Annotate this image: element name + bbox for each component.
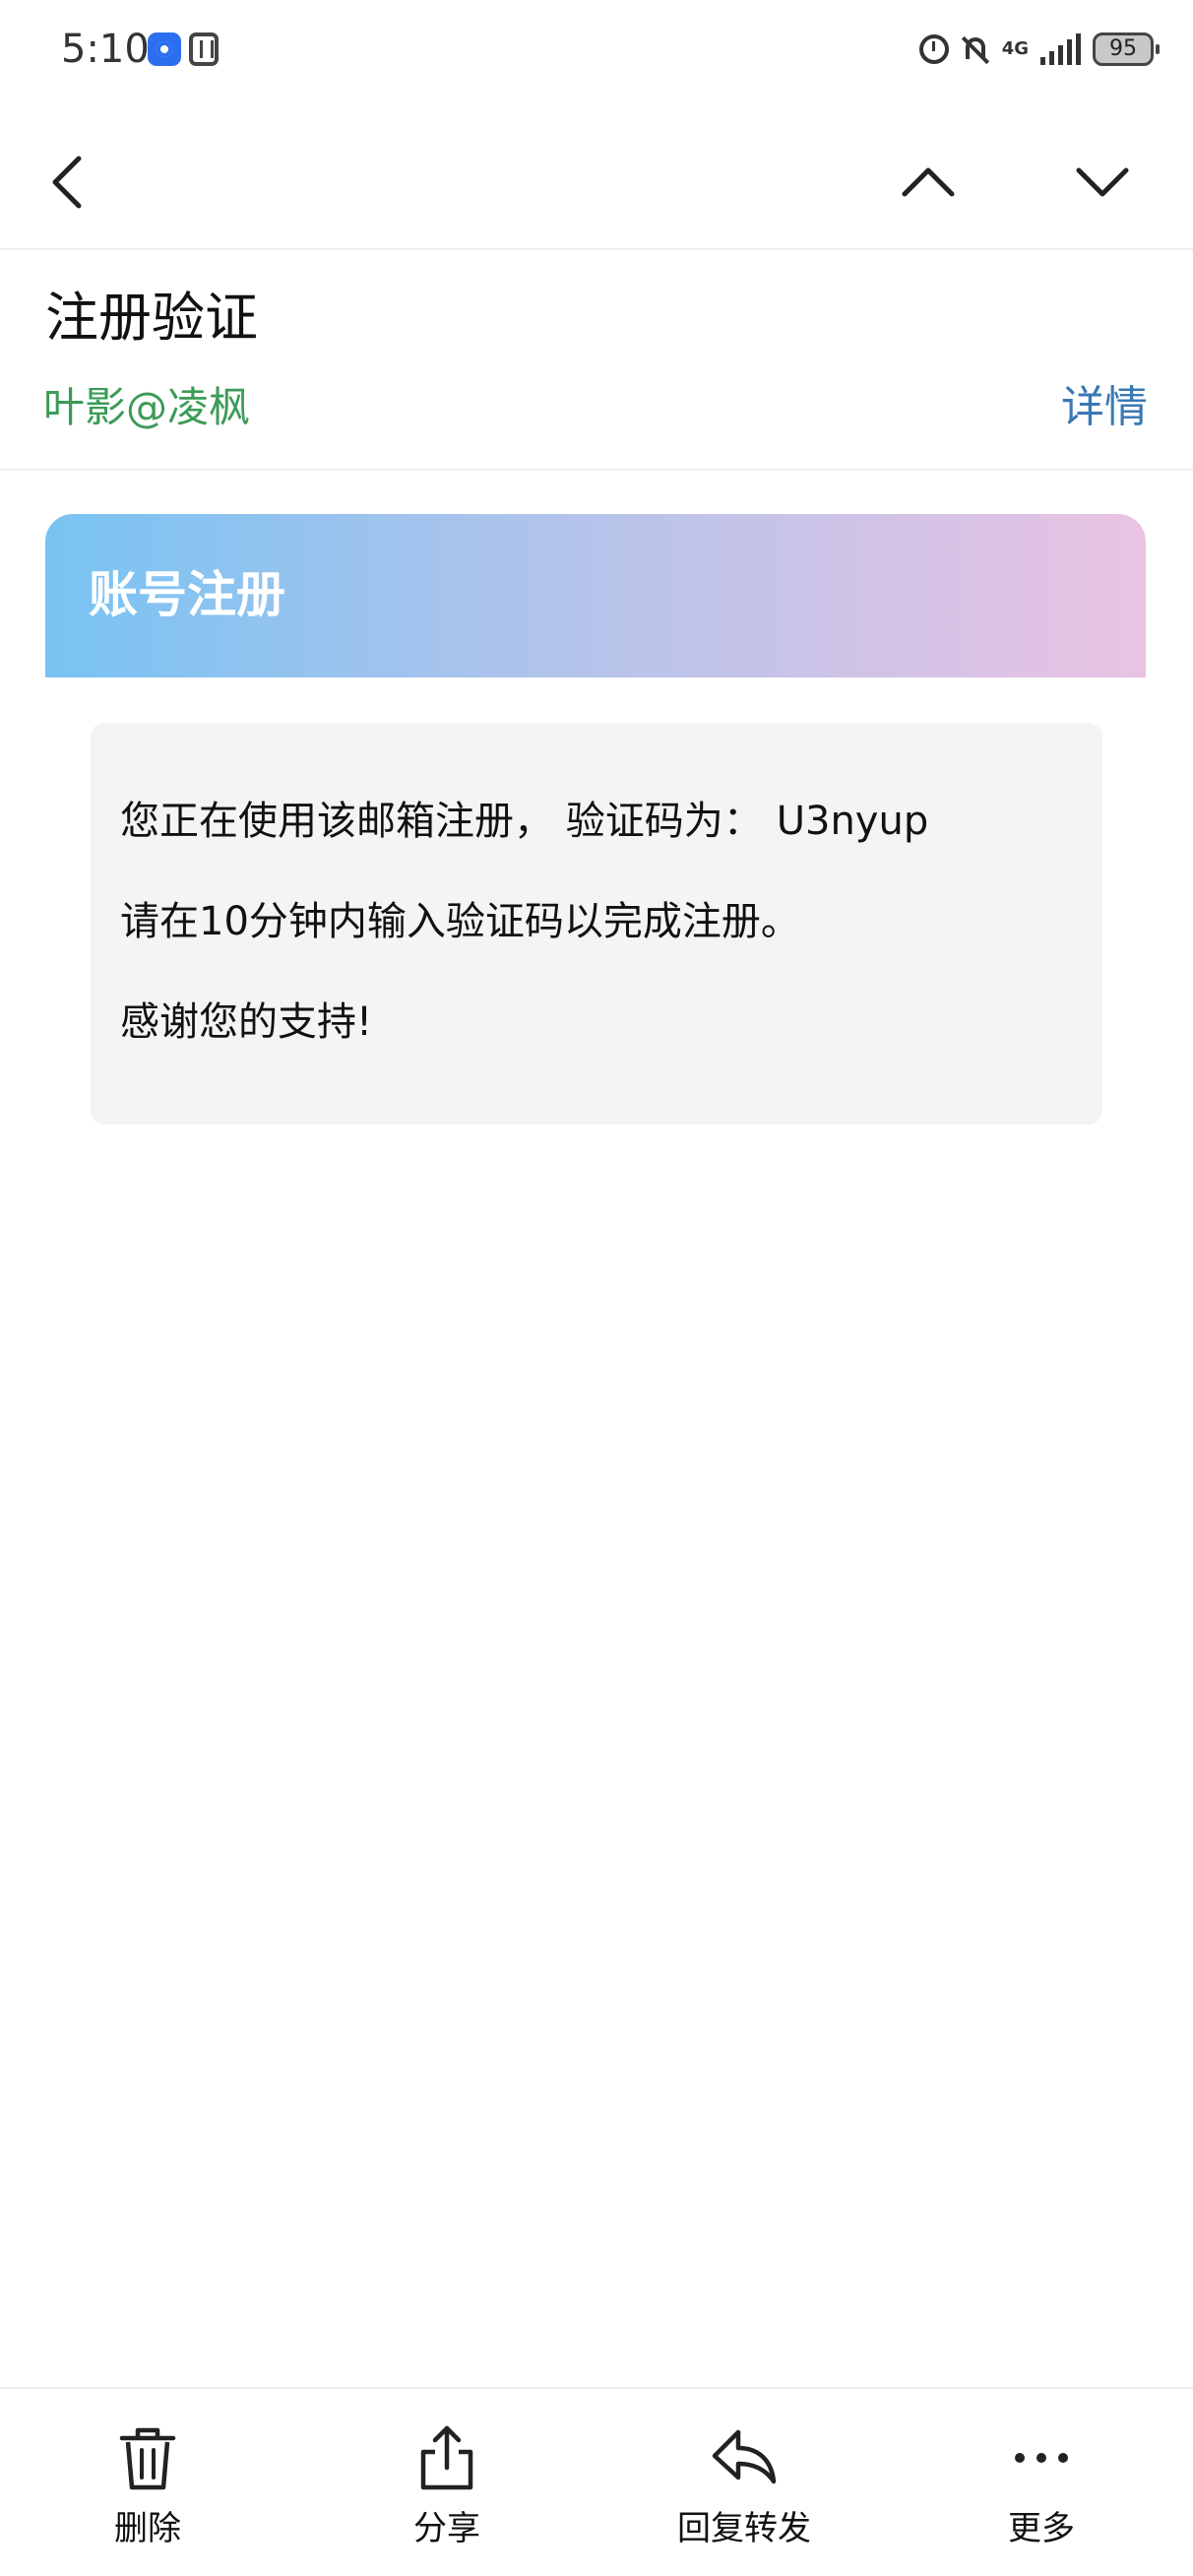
verification-code: U3nyup — [776, 799, 929, 844]
email-subject: 注册验证 — [45, 287, 258, 349]
share-icon — [420, 2425, 473, 2490]
next-email-button[interactable] — [1063, 143, 1142, 222]
more-label: 更多 — [1008, 2509, 1075, 2548]
banner-title: 账号注册 — [89, 566, 285, 623]
details-link[interactable]: 详情 — [1061, 376, 1148, 439]
email-sender[interactable]: 叶影@凌枫 — [43, 376, 250, 439]
email-body: 您正在使用该邮箱注册， 验证码为： U3nyup 请在10分钟内输入验证码以完成注… — [91, 723, 1102, 1125]
status-bar: 5:10 4G 95 — [0, 0, 1193, 98]
share-button[interactable]: 分享 — [339, 2418, 555, 2552]
reply-forward-button[interactable]: 回复转发 — [636, 2418, 852, 2552]
divider — [0, 469, 1193, 471]
mute-bell-icon — [961, 34, 990, 64]
reply-icon — [712, 2429, 777, 2484]
chevron-left-icon — [52, 156, 82, 209]
body-line-thanks: 感谢您的支持! — [120, 999, 373, 1045]
divider — [0, 248, 1193, 250]
nfc-icon — [189, 32, 219, 66]
reply-forward-label: 回复转发 — [677, 2509, 811, 2548]
bottom-action-bar: 删除 分享 回复转发 更多 — [0, 2389, 1193, 2576]
more-button[interactable]: 更多 — [933, 2418, 1150, 2552]
network-type: 4G — [1001, 38, 1029, 59]
chevron-up-icon — [902, 167, 955, 197]
body-line-code-text: 您正在使用该邮箱注册， 验证码为： — [120, 799, 763, 844]
top-nav-bar — [0, 118, 1193, 246]
chevron-down-icon — [1076, 167, 1129, 197]
delete-label: 删除 — [114, 2509, 181, 2548]
body-line-code: 您正在使用该邮箱注册， 验证码为： U3nyup — [120, 792, 928, 851]
alarm-icon — [918, 34, 949, 64]
email-detail-screen: 5:10 4G 95 注册验证 叶影@凌枫 详情 账号注册 您正在使用该邮箱注册… — [0, 0, 1193, 2576]
body-line-instruction: 请在10分钟内输入验证码以完成注册。 — [120, 899, 800, 944]
share-label: 分享 — [413, 2509, 480, 2548]
previous-email-button[interactable] — [889, 143, 968, 222]
trash-icon — [119, 2427, 176, 2490]
app-notification-icon — [148, 32, 181, 66]
delete-button[interactable]: 删除 — [39, 2418, 256, 2552]
email-banner: 账号注册 — [45, 514, 1146, 677]
status-icons: 4G 95 — [918, 26, 1160, 73]
status-time: 5:10 — [61, 27, 150, 72]
signal-icon — [1040, 33, 1081, 65]
battery-indicator: 95 — [1093, 32, 1160, 66]
more-icon — [1015, 2453, 1068, 2463]
back-button[interactable] — [30, 143, 108, 222]
